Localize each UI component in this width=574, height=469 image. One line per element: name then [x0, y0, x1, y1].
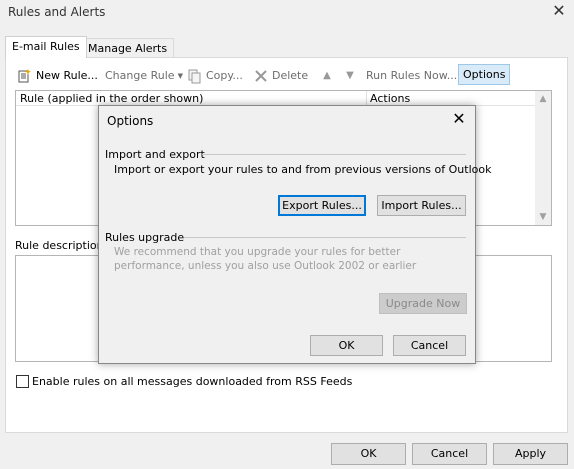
rss-rules-label[interactable]: Enable rules on all messages downloaded … — [32, 375, 352, 388]
rule-description-label: Rule description — [15, 239, 104, 252]
import-export-description: Import or export your rules to and from … — [114, 163, 492, 176]
dialog-cancel-button[interactable]: Cancel — [393, 335, 466, 356]
window-title: Rules and Alerts — [8, 5, 106, 19]
run-rules-now-button[interactable]: Run Rules Now... — [366, 66, 457, 86]
move-down-button[interactable]: ▼ — [342, 66, 358, 86]
section-divider — [184, 237, 466, 238]
section-divider — [202, 154, 466, 155]
ok-button[interactable]: OK — [331, 443, 406, 465]
rules-list-scrollbar[interactable] — [535, 91, 551, 225]
move-down-icon: ▼ — [346, 70, 354, 81]
rules-upgrade-description: We recommend that you upgrade your rules… — [114, 246, 417, 272]
rules-upgrade-heading: Rules upgrade — [105, 231, 185, 244]
import-rules-button[interactable]: Import Rules... — [377, 195, 466, 216]
new-rule-icon — [17, 68, 33, 84]
copy-button[interactable]: Copy... — [187, 66, 243, 86]
copy-icon — [187, 68, 203, 84]
tab-manage-alerts[interactable]: Manage Alerts — [81, 38, 175, 58]
dialog-ok-button[interactable]: OK — [310, 335, 383, 356]
cancel-button[interactable]: Cancel — [412, 443, 487, 465]
delete-icon — [253, 68, 269, 84]
column-header-rule[interactable]: Rule (applied in the order shown) — [20, 92, 203, 105]
rss-rules-checkbox[interactable] — [16, 375, 29, 388]
column-header-actions[interactable]: Actions — [370, 92, 410, 105]
close-icon[interactable]: ✕ — [551, 3, 567, 19]
scroll-down-icon[interactable]: ▼ — [535, 210, 551, 224]
column-separator[interactable] — [366, 91, 367, 106]
new-rule-button[interactable]: New Rule... — [17, 66, 98, 86]
options-dialog-title: Options — [107, 114, 154, 128]
tab-email-rules[interactable]: E-mail Rules — [5, 36, 87, 58]
upgrade-now-button[interactable]: Upgrade Now — [379, 293, 467, 314]
copy-label: Copy... — [206, 69, 243, 82]
close-icon[interactable]: ✕ — [451, 111, 467, 127]
apply-button[interactable]: Apply — [493, 443, 568, 465]
chevron-down-icon: ▼ — [177, 72, 183, 80]
export-rules-button[interactable]: Export Rules... — [278, 195, 366, 216]
delete-button[interactable]: Delete — [253, 66, 308, 86]
change-rule-label: Change Rule — [105, 69, 175, 82]
options-button[interactable]: Options — [458, 64, 511, 85]
scroll-up-icon[interactable]: ▲ — [535, 92, 551, 106]
change-rule-button[interactable]: Change Rule ▼ — [105, 66, 183, 86]
move-up-icon: ▲ — [323, 70, 331, 81]
import-export-heading: Import and export — [105, 148, 205, 161]
new-rule-label: New Rule... — [36, 69, 98, 82]
move-up-button[interactable]: ▲ — [319, 66, 335, 86]
delete-label: Delete — [272, 69, 309, 82]
